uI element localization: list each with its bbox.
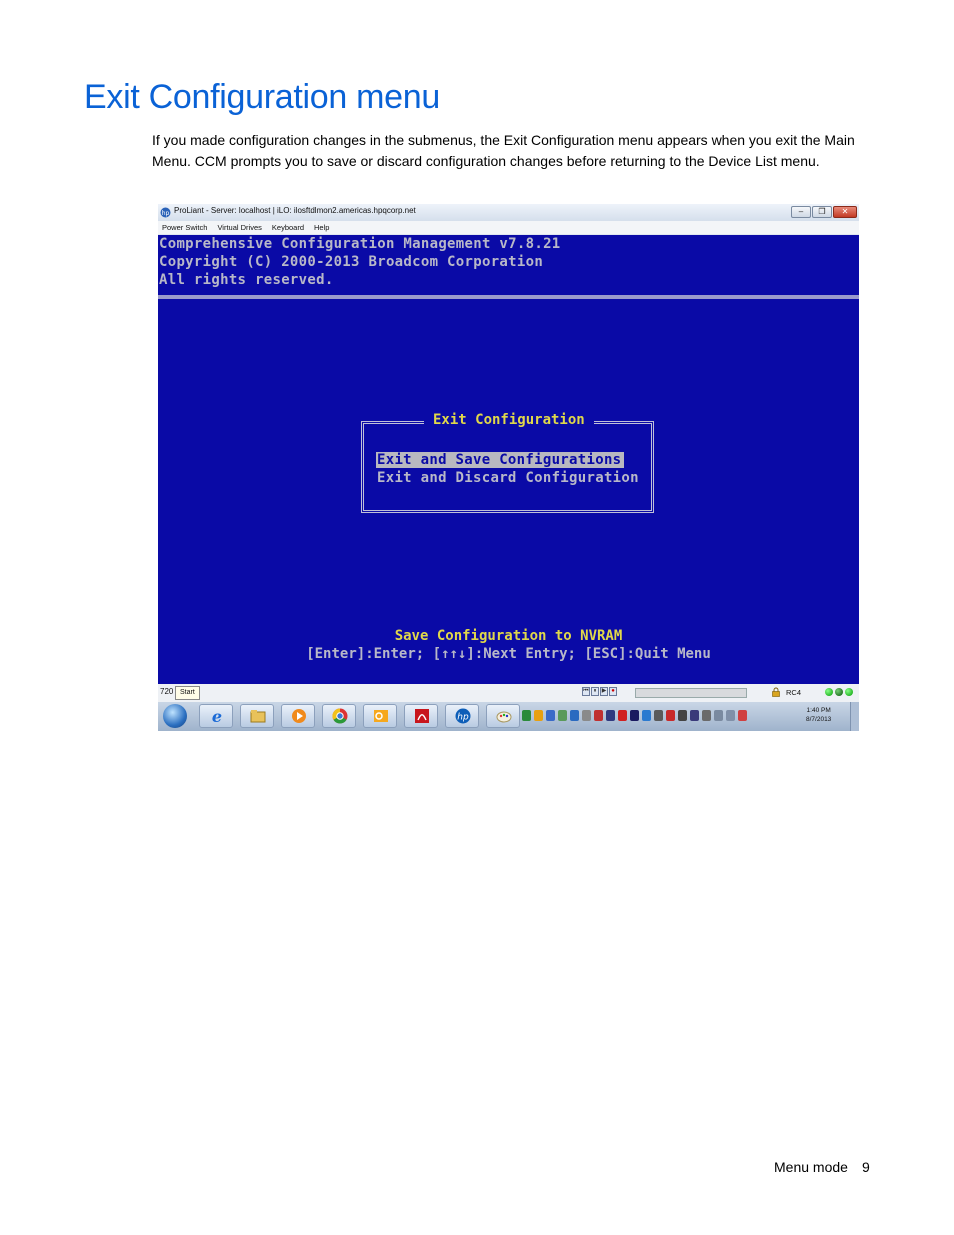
exit-configuration-dialog: Exit Configuration Exit and Save Configu… [361,412,654,513]
acrobat-icon [415,709,429,723]
tray-icon[interactable] [594,710,603,721]
taskbar-chrome[interactable] [322,704,356,728]
console-status-line: Save Configuration to NVRAM [394,628,623,644]
menu-keyboard[interactable]: Keyboard [272,221,304,234]
led-icon [825,688,833,696]
media-player-icon [292,709,306,723]
footer-section: Menu mode [774,1159,848,1175]
page-number: 9 [861,1159,870,1175]
svg-text:hp: hp [457,713,469,723]
tray-icon[interactable] [702,710,711,721]
tray-icon[interactable] [678,710,687,721]
encryption-label: RC4 [786,688,802,697]
taskbar-acrobat[interactable] [404,704,438,728]
svg-text:e: e [212,707,222,725]
menu-power-switch[interactable]: Power Switch [162,221,207,234]
option-exit-and-save[interactable]: Exit and Save Configurations [376,452,625,468]
folder-icon [250,710,266,723]
outlook-icon [374,710,388,722]
led-icon [835,688,843,696]
playback-controls: ⏮ ⏸ ▶ ● [582,687,617,696]
console-help-line: [Enter]:Enter; [↑↑↓]:Next Entry; [ESC]:Q… [306,646,711,662]
window-titlebar[interactable]: hp ProLiant - Server: localhost | iLO: i… [158,204,859,221]
clock-time: 1:40 PM [806,707,831,714]
svg-text:hp: hp [162,210,170,217]
start-tooltip: Start [175,686,200,700]
dialog-title: Exit Configuration [424,412,594,428]
record-button[interactable]: ● [609,687,617,696]
tray-icon[interactable] [726,710,735,721]
tray-icon[interactable] [582,710,591,721]
taskbar-media-player[interactable] [281,704,315,728]
tray-icon[interactable] [558,710,567,721]
ie-icon: e [212,707,222,725]
taskbar-outlook[interactable] [363,704,397,728]
menu-help[interactable]: Help [314,221,329,234]
viewer-statusbar: 720 Start ⏮ ⏸ ▶ ● RC4 [158,684,859,702]
header-line-copyright: Copyright (C) 2000-2013 Broadcom Corpora… [159,254,544,270]
ccm-console[interactable]: Comprehensive Configuration Management v… [158,235,859,684]
taskbar-clock[interactable]: 1:40 PM 8/7/2013 [806,706,831,724]
remote-console-window: hp ProLiant - Server: localhost | iLO: i… [158,204,859,731]
console-header: Comprehensive Configuration Management v… [158,235,859,295]
tray-icon[interactable] [630,710,639,721]
tray-icon[interactable] [546,710,555,721]
option-exit-and-discard[interactable]: Exit and Discard Configuration [376,470,642,486]
tray-icon[interactable] [654,710,663,721]
resolution-readout: 720 [160,687,174,696]
tray-icon[interactable] [714,710,723,721]
page-title: Exit Configuration menu [84,78,440,116]
show-desktop-button[interactable] [850,702,859,731]
status-leds [825,688,853,696]
hp-icon: hp [455,708,471,724]
taskbar-hp[interactable]: hp [445,704,479,728]
pause-button[interactable]: ⏸ [591,687,599,696]
play-button[interactable]: ▶ [600,687,608,696]
tray-icon[interactable] [570,710,579,721]
tray-icon[interactable] [690,710,699,721]
taskbar-explorer[interactable] [240,704,274,728]
header-line-product: Comprehensive Configuration Management v… [159,236,561,252]
page-footer: Menu mode 9 [774,1159,870,1175]
window-controls: – ❐ ✕ [791,206,857,218]
start-button[interactable] [163,704,187,728]
header-line-rights: All rights reserved. [159,272,334,288]
menu-virtual-drives[interactable]: Virtual Drives [217,221,261,234]
clock-date: 8/7/2013 [806,716,832,723]
header-separator [158,295,859,299]
close-button[interactable]: ✕ [833,206,857,218]
lock-icon [772,687,780,697]
window-title: ProLiant - Server: localhost | iLO: ilos… [174,206,416,215]
tray-icon[interactable] [522,710,531,721]
intro-paragraph: If you made configuration changes in the… [152,132,855,169]
menubar: Power Switch Virtual Drives Keyboard Hel… [158,221,859,234]
playback-progress[interactable] [635,688,747,698]
minimize-button[interactable]: – [791,206,811,218]
tray-icon[interactable] [666,710,675,721]
hp-app-icon: hp [160,207,171,218]
tray-icon[interactable] [606,710,615,721]
taskbar-ie[interactable]: e [199,704,233,728]
windows-taskbar: e hp 1:40 PM 8/7/2013 [158,702,859,731]
tray-icon[interactable] [642,710,651,721]
tray-icon[interactable] [738,710,747,721]
paint-icon [496,711,512,723]
system-tray [522,710,747,721]
tray-icon[interactable] [618,710,627,721]
tray-icon[interactable] [534,710,543,721]
restore-button[interactable]: ❐ [812,206,832,218]
chrome-icon [332,708,348,724]
skip-back-button[interactable]: ⏮ [582,687,590,696]
led-icon [845,688,853,696]
taskbar-paint[interactable] [486,704,520,728]
